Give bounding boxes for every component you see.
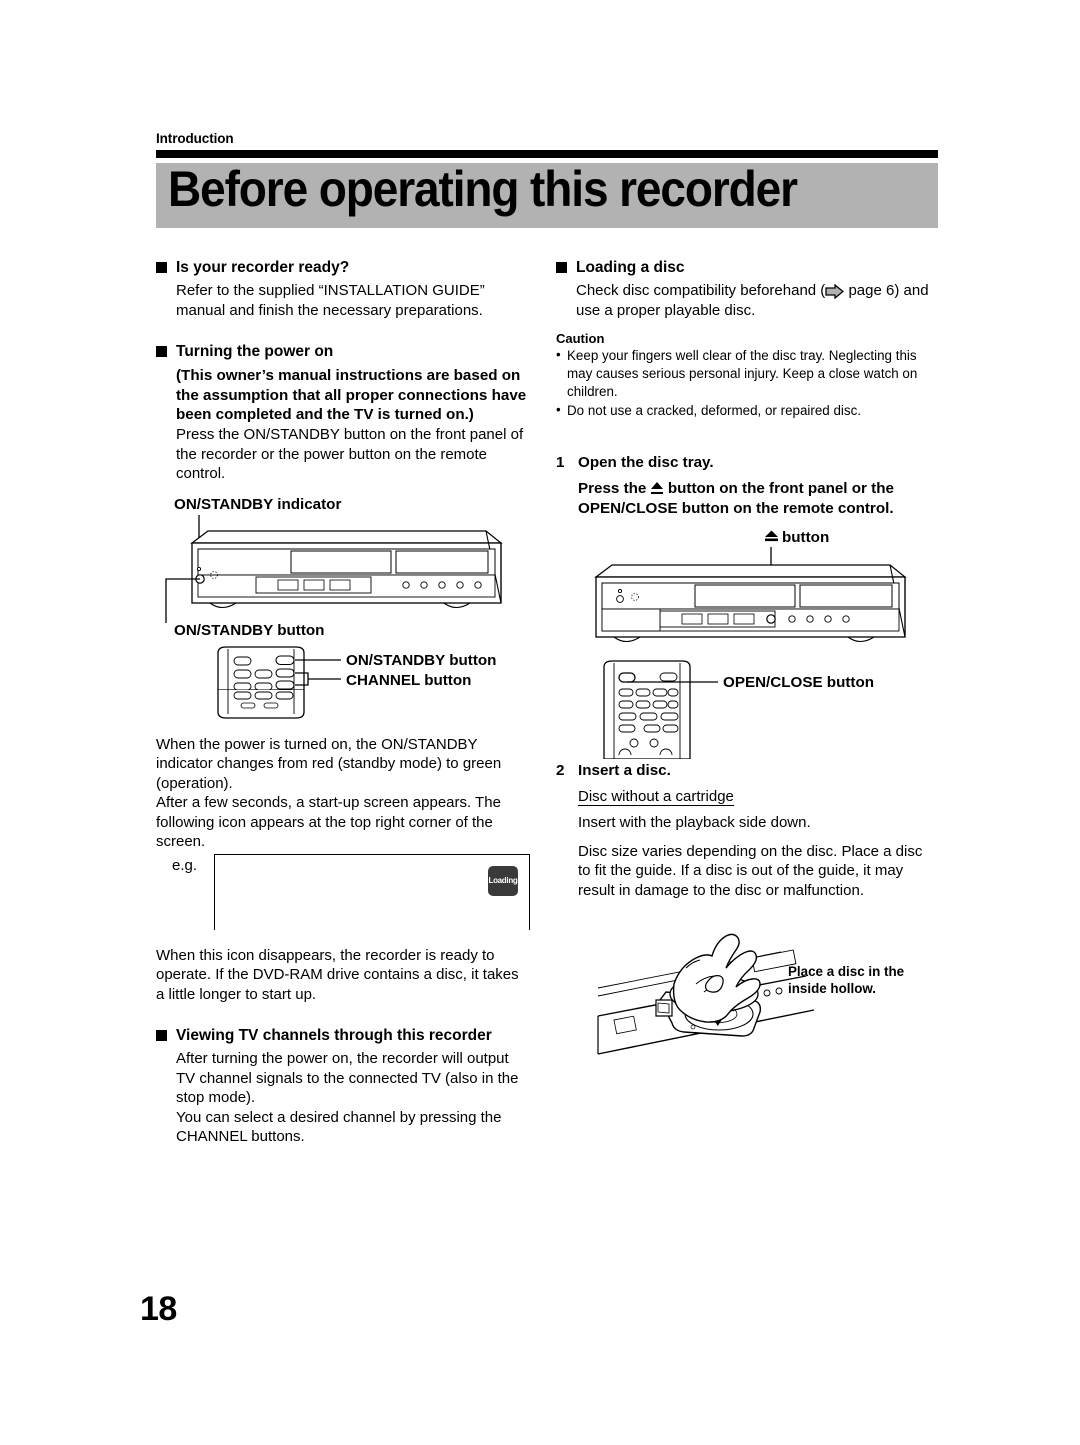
- remote-lower-continuation-svg: [217, 689, 305, 719]
- text-power-result-1: When the power is turned on, the ON/STAN…: [156, 735, 502, 792]
- step-2-para-1: Insert with the playback side down.: [578, 814, 811, 832]
- front-panel-eject-button[interactable]: [766, 614, 776, 624]
- remote-key-channel-down[interactable]: [275, 679, 295, 690]
- text-after-icon-disappears: When this icon disappears, the recorder …: [156, 946, 519, 1003]
- callout-onstandby-button: ON/STANDBY button: [174, 622, 324, 639]
- step-number: 1: [556, 453, 565, 471]
- page-title-bar: Before operating this recorder: [156, 161, 938, 228]
- bullet-square-icon: [156, 262, 167, 273]
- step-2-subtitle: Disc without a cartridge: [578, 787, 734, 806]
- page-reference-arrow-icon: [825, 284, 845, 300]
- text-loading-before: Check disc compatibility beforehand (: [576, 282, 826, 300]
- page-number: 18: [140, 1290, 177, 1328]
- callout-remote-channel-button: CHANNEL button: [346, 672, 471, 689]
- left-column: Is your recorder ready? Refer to the sup…: [156, 258, 530, 1147]
- caution-list: Keep your fingers well clear of the disc…: [556, 346, 938, 420]
- figure-front-panel-eject: button OPEN/CLOSE button: [556, 529, 938, 759]
- front-panel-eject-diagram-svg: button: [594, 529, 907, 642]
- text-power-bold-note: (This owner’s manual instructions are ba…: [176, 366, 527, 424]
- startup-screen-frame: Loading: [214, 853, 530, 930]
- callout-openclose-button: OPEN/CLOSE button: [723, 674, 874, 691]
- figure-front-panel-onstandby: ON/STANDBY indicator ON/STANDBY button O…: [156, 495, 530, 724]
- step-title: Insert a disc.: [578, 761, 671, 779]
- remote-key-channel-up[interactable]: [275, 667, 295, 678]
- caution-item: Do not use a cracked, deformed, or repai…: [556, 401, 938, 420]
- callout-eject-button: button: [765, 529, 829, 546]
- step-number: 2: [556, 761, 565, 779]
- page-title: Before operating this recorder: [168, 161, 798, 217]
- step-1-open-disc-tray: 1 Open the disc tray.: [556, 453, 938, 473]
- step-2-para-2: Disc size varies depending on the disc. …: [578, 842, 923, 899]
- loading-icon: Loading: [488, 865, 518, 896]
- document-page: Introduction Before operating this recor…: [0, 0, 1080, 1445]
- remote-openclose-diagram-svg: OPEN/CLOSE button: [603, 660, 874, 759]
- caution-heading: Caution: [556, 331, 605, 347]
- text-recorder-ready-body: Refer to the supplied “INSTALLATION GUID…: [176, 282, 485, 319]
- remote-key-onstandby[interactable]: [275, 654, 295, 665]
- eject-icon: [650, 481, 664, 495]
- bullet-square-icon: [156, 346, 167, 358]
- text-viewing-tv-2: You can select a desired channel by pres…: [176, 1108, 502, 1146]
- heading-is-your-recorder-ready: Is your recorder ready?: [156, 258, 530, 277]
- figure-disc-tray-insert: Place a disc in the inside hollow.: [556, 906, 938, 1086]
- callout-place-disc-line1: Place a disc in the: [788, 964, 904, 979]
- heading-loading-a-disc: Loading a disc: [556, 258, 938, 277]
- example-startup-screen: e.g. Loading: [156, 853, 530, 930]
- callout-remote-onstandby-button: ON/STANDBY button: [346, 652, 496, 669]
- svg-text:button: button: [782, 529, 829, 546]
- step-title: Open the disc tray.: [578, 453, 714, 471]
- heading-viewing-tv-channels: Viewing TV channels through this recorde…: [156, 1026, 530, 1045]
- step-2-insert-a-disc: 2 Insert a disc.: [556, 761, 938, 781]
- header-rule: [156, 150, 938, 158]
- heading-turning-the-power-on: Turning the power on: [156, 342, 530, 361]
- front-panel-diagram-svg: ON/STANDBY indicator ON/STANDBY button O…: [165, 496, 503, 690]
- callout-onstandby-indicator: ON/STANDBY indicator: [174, 496, 341, 513]
- right-column: Loading a disc Check disc compatibility …: [556, 258, 938, 1086]
- section-label: Introduction: [156, 131, 234, 146]
- remote-key-open-close[interactable]: [618, 672, 636, 683]
- disc-tray-diagram-svg: Place a disc in the inside hollow.: [597, 933, 904, 1055]
- caution-item: Keep your fingers well clear of the disc…: [556, 346, 938, 400]
- callout-place-disc-line2: inside hollow.: [788, 981, 876, 996]
- text-viewing-tv-1: After turning the power on, the recorder…: [176, 1050, 519, 1107]
- bullet-square-icon: [156, 1030, 167, 1041]
- text-loading-disc-body: Check disc compatibility beforehand ( pa…: [556, 281, 938, 320]
- text-power-body: Press the ON/STANDBY button on the front…: [176, 426, 524, 482]
- example-label: e.g.: [172, 856, 198, 874]
- step1-detail-before: Press the: [578, 480, 651, 498]
- step-1-detail: Press the button on the front panel or t…: [556, 479, 938, 519]
- text-power-result-2: After a few seconds, a start-up screen a…: [156, 794, 501, 850]
- bullet-square-icon: [556, 262, 567, 273]
